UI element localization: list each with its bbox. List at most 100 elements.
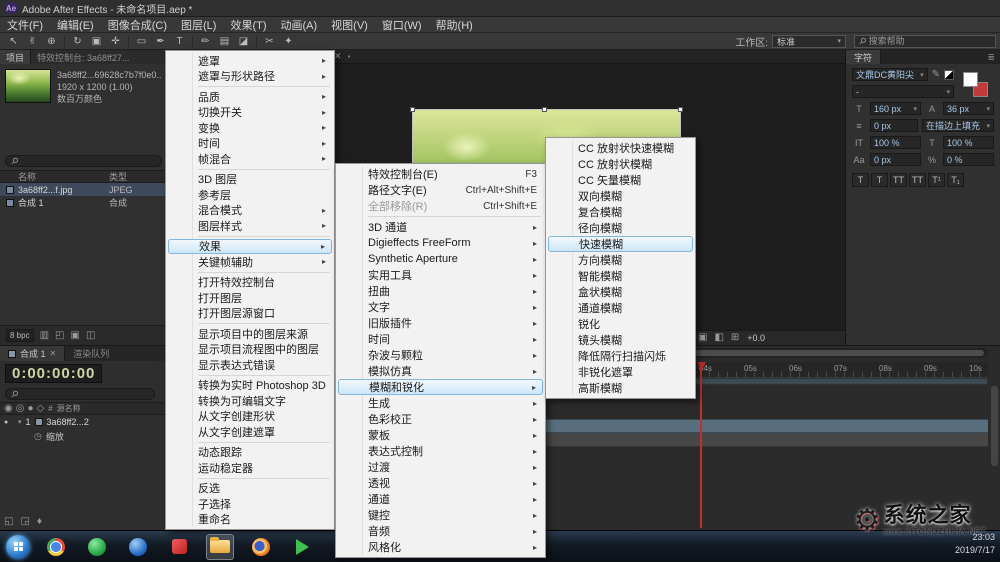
menubar-item[interactable]: 效果(T) (223, 17, 273, 33)
menu-item[interactable]: 特效控制台(E)F3 (338, 166, 543, 182)
media-player-icon[interactable] (288, 534, 316, 560)
timeline-search-box[interactable]: ⚲ (5, 388, 155, 400)
menu-item[interactable]: 通道▸ (338, 491, 543, 507)
menu-item[interactable]: 模拟仿真▸ (338, 363, 543, 379)
menu-item[interactable]: 转换为实时 Photoshop 3D (168, 378, 332, 394)
help-search-box[interactable]: ⚲ (854, 35, 996, 48)
menu-item[interactable]: 显示项目中的图层来源 (168, 326, 332, 342)
hand-tool-icon[interactable]: ✌ (23, 36, 42, 47)
menu-item[interactable]: 混合模式▸ (168, 203, 332, 219)
leading-field[interactable]: 36 px ▾ (943, 102, 994, 115)
pen-tool-icon[interactable]: ✒ (151, 36, 170, 47)
text-style-toggle[interactable]: TT (909, 173, 926, 187)
menu-item[interactable]: 动态跟踪 (168, 445, 332, 461)
menu-item[interactable]: 从文字创建形状 (168, 409, 332, 425)
menu-item[interactable]: 遮罩▸ (168, 53, 332, 69)
menu-item[interactable]: 打开图层源窗口 (168, 306, 332, 322)
text-style-toggle[interactable]: T¹ (928, 173, 945, 187)
menubar-item[interactable]: 文件(F) (0, 17, 50, 33)
menu-item[interactable]: 透视▸ (338, 475, 543, 491)
video-toggle-icon[interactable]: ◉ (4, 404, 13, 414)
workspace-dropdown[interactable]: 标准 ▾ (772, 35, 846, 48)
menubar-item[interactable]: 图像合成(C) (101, 17, 174, 33)
menu-item[interactable]: 重命名 (168, 512, 332, 528)
chrome-icon[interactable] (42, 534, 70, 560)
menu-item[interactable]: 实用工具▸ (338, 267, 543, 283)
stroke-style-dropdown[interactable]: 在描边上填充 ▾ (922, 119, 994, 132)
menubar-item[interactable]: 图层(L) (174, 17, 223, 33)
text-style-toggle[interactable]: T (871, 173, 888, 187)
firefox-icon[interactable] (247, 534, 275, 560)
menu-item[interactable]: 生成▸ (338, 395, 543, 411)
menu-item[interactable]: 蒙板▸ (338, 427, 543, 443)
rotate-tool-icon[interactable]: ↻ (68, 36, 87, 47)
font-family-dropdown[interactable]: 文鼎DC黄阳尖 ▾ (852, 68, 928, 81)
snapshot-icon[interactable]: ▣ (698, 333, 707, 343)
lock-toggle-icon[interactable]: ◇ (37, 404, 45, 414)
menubar-item[interactable]: 编辑(E) (50, 17, 101, 33)
menu-item[interactable]: 表达式控制▸ (338, 443, 543, 459)
selection-handle[interactable] (542, 107, 547, 112)
current-timecode[interactable]: 0:00:00:00 (5, 364, 102, 383)
roto-brush-tool-icon[interactable]: ✂ (260, 36, 279, 47)
menu-item[interactable]: 遮罩与形状路径▸ (168, 69, 332, 85)
menu-item[interactable]: 高斯模糊 (548, 380, 693, 396)
menu-item[interactable]: 帧混合▸ (168, 151, 332, 167)
menu-item[interactable]: 双向模糊 (548, 188, 693, 204)
camera-tool-icon[interactable]: ▣ (87, 36, 106, 47)
font-size-field[interactable]: 160 px ▾ (870, 102, 921, 115)
zoom-tool-icon[interactable]: ⊕ (42, 36, 61, 47)
vertical-scale-field[interactable]: 100 % (870, 136, 921, 149)
clone-stamp-tool-icon[interactable]: ▤ (215, 36, 234, 47)
audio-toggle-icon[interactable]: ◎ (16, 404, 25, 414)
stroke-width-field[interactable]: 0 px (870, 119, 918, 132)
graph-editor-icon[interactable]: ◲ (20, 517, 29, 527)
menubar-item[interactable]: 帮助(H) (429, 17, 480, 33)
menu-item[interactable]: 键控▸ (338, 507, 543, 523)
menu-item[interactable]: 智能模糊 (548, 268, 693, 284)
tsume-field[interactable]: 0 % (943, 153, 994, 166)
font-style-dropdown[interactable]: - ▾ (852, 85, 954, 98)
menu-item[interactable]: 切换开关▸ (168, 105, 332, 121)
interpret-footage-icon[interactable]: ▥ (40, 331, 49, 341)
menu-item[interactable]: 打开图层 (168, 290, 332, 306)
tab-character[interactable]: 字符 (846, 50, 881, 64)
menu-item[interactable]: 反选 (168, 481, 332, 497)
menu-item[interactable]: Synthetic Aperture▸ (338, 251, 543, 267)
menu-item[interactable]: 关键帧辅助▸ (168, 254, 332, 270)
menu-item[interactable]: 效果▸ (168, 239, 332, 255)
menu-item[interactable]: 品质▸ (168, 89, 332, 105)
brush-tool-icon[interactable]: ✏ (196, 36, 215, 47)
close-icon[interactable]: ✕ (50, 349, 57, 358)
eye-icon[interactable]: ● (4, 419, 14, 426)
red-app-icon[interactable] (165, 534, 193, 560)
layer-color-chip[interactable] (35, 418, 43, 426)
green-browser-icon[interactable] (83, 534, 111, 560)
menu-item[interactable]: 非锐化遮罩 (548, 364, 693, 380)
fill-color-swatch[interactable] (963, 72, 978, 87)
horizontal-scale-field[interactable]: 100 % (943, 136, 994, 149)
menu-item[interactable]: CC 放射状模糊 (548, 156, 693, 172)
tab-effect-controls[interactable]: 特效控制台: 3a68ff27... (31, 50, 167, 64)
menu-item[interactable]: 镜头模糊 (548, 332, 693, 348)
menu-item[interactable]: CC 矢量模糊 (548, 172, 693, 188)
puppet-pin-tool-icon[interactable]: ✦ (279, 36, 298, 47)
ie-icon[interactable] (124, 534, 152, 560)
channels-icon[interactable]: ◧ (714, 333, 723, 343)
menu-item[interactable]: 盒状模糊 (548, 284, 693, 300)
playhead-line[interactable] (700, 362, 702, 528)
expand-layers-icon[interactable]: ◱ (4, 517, 13, 527)
menu-item[interactable]: Digieffects FreeForm▸ (338, 235, 543, 251)
menu-item[interactable]: 时间▸ (168, 136, 332, 152)
menu-item[interactable]: 从文字创建遮罩 (168, 424, 332, 440)
menu-item[interactable]: 方向模糊 (548, 252, 693, 268)
menu-item[interactable]: 3D 通道▸ (338, 219, 543, 235)
menu-item[interactable]: CC 放射状快速模糊 (548, 140, 693, 156)
explorer-icon[interactable] (206, 534, 234, 560)
project-row[interactable]: 合成 1合成 (0, 196, 167, 209)
menubar-item[interactable]: 窗口(W) (375, 17, 429, 33)
eraser-tool-icon[interactable]: ◪ (234, 36, 253, 47)
tab-project[interactable]: 项目 (0, 50, 31, 64)
menu-item[interactable]: 降低隔行扫描闪烁 (548, 348, 693, 364)
text-style-toggle[interactable]: T₁ (947, 173, 964, 187)
